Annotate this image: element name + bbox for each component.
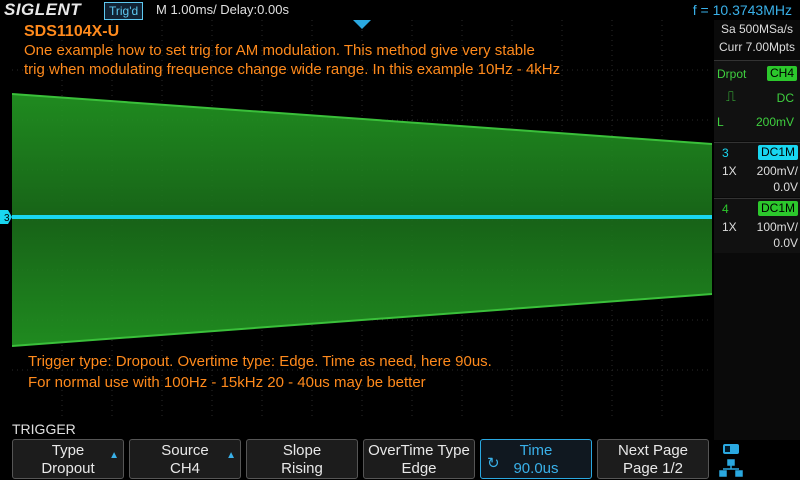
trigger-coupling: DC — [776, 91, 794, 105]
ch3-info-box[interactable]: 3 DC1M 1X 200mV/ 0.0V — [714, 142, 800, 197]
sample-rate: Sa 500MSa/s — [720, 22, 794, 36]
timebase-readout: M 1.00ms/ Delay:0.00s — [156, 2, 289, 17]
softkey-source[interactable]: Source CH4 ▲ — [129, 439, 241, 479]
ch3-coupling-badge: DC1M — [757, 145, 798, 160]
ch3-probe: 1X — [722, 164, 737, 178]
softkey-overtime-type[interactable]: OverTime Type Edge — [363, 439, 475, 479]
softkey-type[interactable]: Type Dropout ▲ — [12, 439, 124, 479]
ch3-number: 3 — [722, 146, 729, 160]
trigger-info-box[interactable]: Drpot CH4 ⎍ DC L 200mV — [714, 60, 800, 141]
annotation-title: SDS1104X-U — [24, 23, 120, 40]
annotation-line-1: One example how to set trig for AM modul… — [24, 42, 535, 59]
ch4-scale: 100mV/ — [756, 220, 798, 234]
frequency-counter: f = 10.3743MHz — [692, 2, 792, 18]
ch4-info-box[interactable]: 4 DC1M 1X 100mV/ 0.0V — [714, 198, 800, 253]
ch4-number: 4 — [722, 202, 729, 216]
trigger-source-badge: CH4 — [766, 66, 797, 81]
svg-text:3: 3 — [4, 213, 10, 224]
trigger-mode-label: Drpot — [717, 67, 747, 81]
annotation-line-4: For normal use with 100Hz - 15kHz 20 - 4… — [28, 374, 426, 391]
trigger-level: 200mV — [755, 115, 794, 129]
ch3-offset: 0.0V — [773, 180, 798, 194]
softkey-time[interactable]: ↻ Time 90.0us — [480, 439, 592, 479]
ch4-probe: 1X — [722, 220, 737, 234]
rising-edge-icon: ⎍ — [726, 88, 736, 104]
top-status-bar: SIGLENT Trig'd M 1.00ms/ Delay:0.00s f =… — [0, 0, 800, 20]
submenu-arrow-icon: ▲ — [226, 450, 236, 461]
usb-storage-icon — [723, 444, 739, 454]
softkey-next-page[interactable]: Next Page Page 1/2 — [597, 439, 709, 479]
softkey-slope[interactable]: Slope Rising — [246, 439, 358, 479]
ch3-offset-marker[interactable]: 3 — [0, 210, 12, 224]
trigger-level-prefix: L — [717, 115, 724, 129]
memory-depth: Curr 7.00Mpts — [718, 40, 796, 54]
rotate-knob-icon: ↻ — [487, 455, 500, 472]
annotation-line-2: trig when modulating frequence change wi… — [24, 61, 561, 78]
trigger-status-badge: Trig'd — [104, 2, 144, 20]
trigger-position-marker[interactable] — [353, 20, 371, 29]
ch3-scale: 200mV/ — [756, 164, 798, 178]
status-icons[interactable] — [717, 441, 797, 479]
ch4-offset: 0.0V — [773, 236, 798, 250]
annotation-line-3: Trigger type: Dropout. Overtime type: Ed… — [28, 353, 492, 370]
brand-logo: SIGLENT — [4, 0, 82, 19]
ch4-coupling-badge: DC1M — [757, 201, 798, 216]
network-icon — [719, 459, 743, 477]
menu-title: TRIGGER — [12, 421, 76, 437]
ch4-am-envelope — [12, 94, 712, 346]
submenu-arrow-icon: ▲ — [109, 450, 119, 461]
